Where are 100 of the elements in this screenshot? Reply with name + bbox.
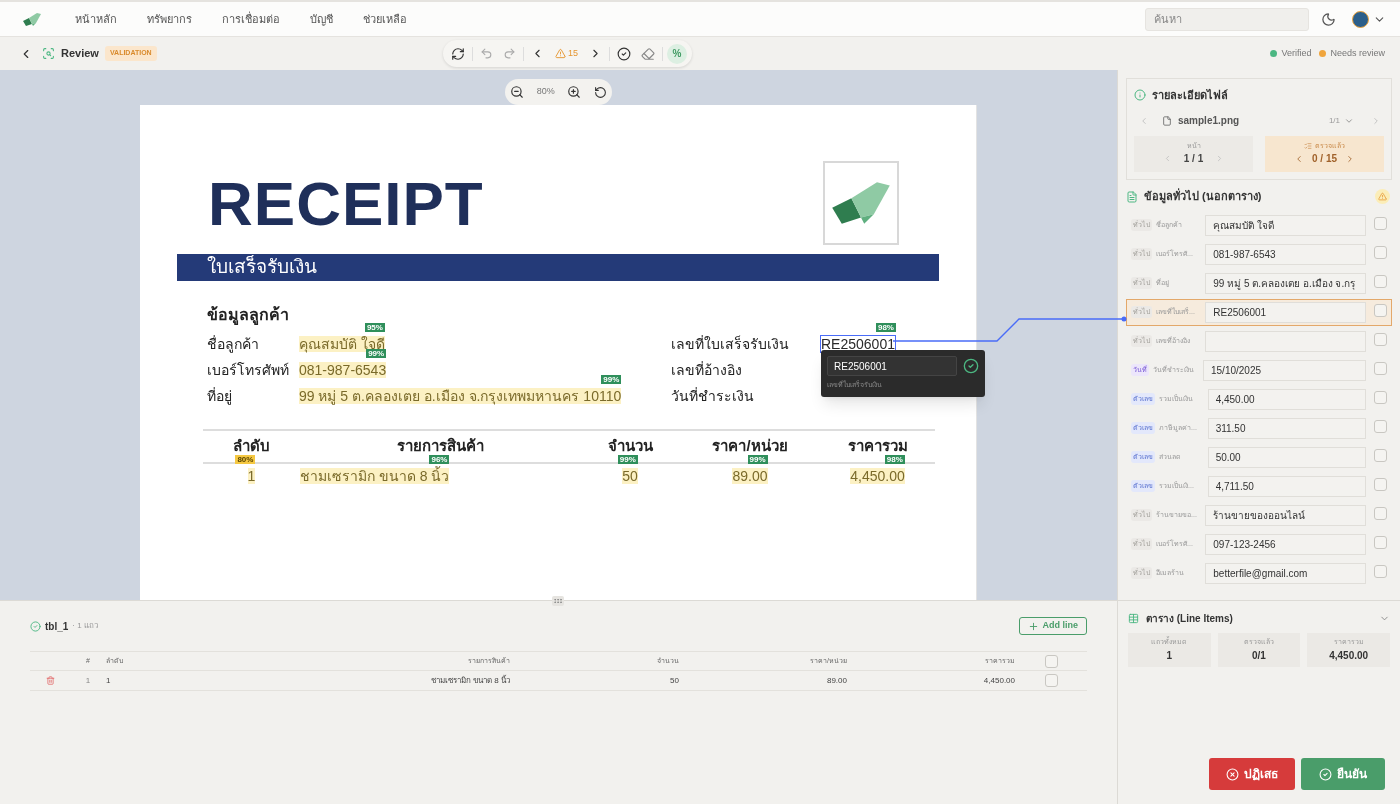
confidence-badge: 80% (235, 455, 256, 464)
checkbox[interactable] (1374, 478, 1387, 491)
previous-issue-icon[interactable] (1294, 153, 1304, 164)
input-field[interactable]: 4,450.00 (1207, 388, 1366, 410)
table-cell-text: ชามเซรามิก ขนาด 8 นิ้ว (429, 674, 510, 687)
stat-value: 0/1 (1252, 648, 1266, 663)
confidence-badge: 98% (875, 323, 896, 332)
stat-value: 1 (1166, 648, 1173, 663)
file-name[interactable]: sample1.png (1178, 113, 1240, 128)
extracted-value[interactable]: 081-987-6543 (299, 362, 387, 378)
confidence-badge: 96% (429, 455, 450, 464)
checkbox[interactable] (1374, 449, 1387, 462)
checkbox[interactable] (1044, 654, 1058, 668)
nav-link[interactable]: บัญชี (310, 10, 333, 28)
receipt-subtitle: ใบเสร็จรับเงิน (207, 254, 317, 280)
confidence-badge: 99% (617, 455, 638, 464)
page-number: 1 / 1 (1183, 152, 1204, 167)
extracted-value[interactable]: ชามเซรามิก ขนาด 8 นิ้ว (300, 468, 450, 484)
extracted-value[interactable]: 99 หมู่ 5 ต.คลองเตย อ.เมือง จ.กรุงเทพมหานคร 10110 (299, 388, 622, 404)
confidence-badge: 95% (364, 323, 385, 332)
extracted-value[interactable]: 1 (247, 468, 256, 484)
checkbox[interactable] (1374, 304, 1387, 317)
receipt-title: RECEIPT (208, 173, 484, 235)
previous-file-icon[interactable] (1139, 115, 1149, 126)
section-title: ตาราง (Line Items) (1146, 612, 1233, 626)
input-field[interactable]: 311.50 (1207, 417, 1366, 439)
checkbox[interactable] (1374, 420, 1387, 433)
column-header: จำนวน (606, 436, 654, 457)
nav-link[interactable]: ช่วยเหลือ (363, 10, 407, 28)
dark-mode-icon[interactable] (1321, 11, 1336, 27)
next-issue-icon[interactable] (1345, 153, 1355, 164)
input-field[interactable]: ร้านขายของออนไลน์ (1205, 504, 1366, 526)
row-count: · 1 แถว (72, 620, 98, 632)
delete-icon[interactable] (45, 676, 55, 685)
input-field[interactable]: 4,711.50 (1207, 475, 1366, 497)
legend-label: Needs review (1330, 46, 1385, 60)
checkbox[interactable] (1374, 217, 1387, 230)
table-icon (1128, 613, 1139, 624)
info-icon (1134, 89, 1146, 102)
zoom-in-icon[interactable] (567, 85, 582, 99)
search-field[interactable]: ค้นหา (1145, 7, 1309, 31)
field-label: ชื่อลูกค้า (207, 334, 260, 355)
table-cell-text: 50 (669, 674, 679, 687)
confidence-badge: 98% (884, 455, 905, 464)
column-header: ราคารวม (846, 436, 909, 457)
refresh-icon[interactable] (451, 46, 465, 61)
column-header: รายการสินค้า (395, 436, 485, 457)
table-cell-text: 89.00 (825, 674, 847, 687)
tooltip-input[interactable]: RE2506001 (827, 356, 957, 376)
next-file-icon[interactable] (1371, 115, 1381, 126)
input-field[interactable]: 99 หมู่ 5 ต.คลองเตย อ.เมือง จ.กรุ (1205, 272, 1366, 294)
redo-icon[interactable] (503, 47, 516, 60)
input-field[interactable]: 097-123-2456 (1205, 533, 1366, 555)
field-label: วันที่ชำระเงิน (671, 386, 755, 406)
checkbox[interactable] (1374, 507, 1387, 520)
input-field[interactable]: betterfile@gmail.com (1205, 562, 1366, 584)
input-field[interactable]: 081-987-6543 (1205, 243, 1366, 265)
checkbox[interactable] (1374, 246, 1387, 259)
check-icon[interactable] (617, 46, 631, 61)
field-label: ที่อยู่ (207, 386, 233, 407)
plus-icon (1027, 620, 1039, 632)
checkbox[interactable] (1374, 391, 1387, 404)
confirm-icon[interactable] (963, 358, 979, 374)
avatar[interactable] (1352, 10, 1369, 28)
checkbox[interactable] (1044, 674, 1058, 687)
confidence-badge: 99% (747, 455, 768, 464)
checkbox[interactable] (1374, 275, 1387, 288)
zoom-out-icon[interactable] (510, 85, 524, 99)
input-field[interactable]: 50.00 (1207, 446, 1366, 468)
reset-icon[interactable] (594, 85, 607, 99)
resize-handle[interactable] (552, 596, 564, 606)
stat-value: 4,450.00 (1329, 648, 1369, 663)
table-name: tbl_1 (45, 619, 69, 634)
undo-icon[interactable] (480, 47, 493, 60)
extracted-value[interactable]: 50 (622, 468, 638, 484)
column-header: ลำดับ (232, 436, 271, 457)
table-cell-text: 1 (84, 674, 92, 687)
eraser-icon[interactable] (641, 46, 655, 61)
field-label: เบอร์โทรศัพท์ (207, 360, 290, 380)
checked-count: 0 / 15 (1312, 152, 1337, 167)
scan-icon (42, 47, 55, 60)
extracted-value[interactable]: 4,450.00 (850, 468, 905, 484)
confidence-badge: 99% (366, 349, 387, 358)
input-field[interactable]: 15/10/2025 (1203, 359, 1366, 381)
checklist-icon (1304, 142, 1312, 150)
extracted-value[interactable]: คุณสมบัติ ใจดี (299, 336, 385, 352)
checkbox[interactable] (1374, 565, 1387, 578)
nav-link[interactable]: หน้าหลัก (75, 10, 117, 28)
checkbox[interactable] (1374, 362, 1387, 375)
table-cell-text: 1 (106, 674, 112, 687)
extracted-value[interactable]: 89.00 (732, 468, 768, 484)
checkbox[interactable] (1374, 536, 1387, 549)
checkbox[interactable] (1374, 333, 1387, 346)
table-cell-text: 4,450.00 (982, 674, 1015, 687)
nav-link[interactable]: การเชื่อมต่อ (222, 10, 280, 28)
nav-link[interactable]: ทรัพยากร (147, 10, 192, 28)
input-field[interactable]: คุณสมบัติ ใจดี (1205, 214, 1366, 236)
input-field[interactable]: RE2506001 (1205, 301, 1366, 323)
reject-button[interactable]: ปฏิเสธ (1209, 758, 1295, 790)
file-icon (1162, 115, 1172, 126)
